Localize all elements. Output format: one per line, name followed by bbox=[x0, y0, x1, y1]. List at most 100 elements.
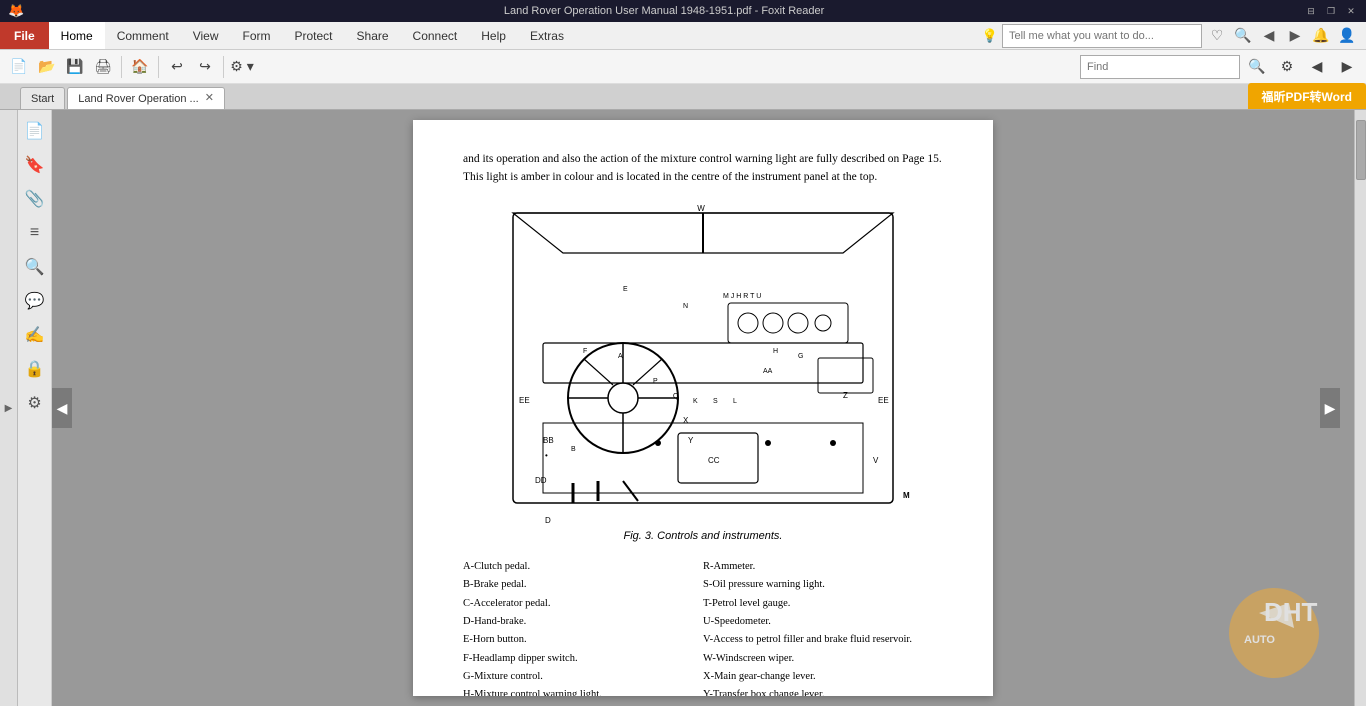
find-btn[interactable]: 🔍 bbox=[1244, 54, 1270, 80]
legend-item: Y-Transfer box change lever. bbox=[703, 686, 943, 696]
close-btn[interactable]: ✕ bbox=[1344, 4, 1358, 18]
legend-left: A-Clutch pedal. B-Brake pedal. C-Acceler… bbox=[463, 558, 703, 696]
legend-item: F-Headlamp dipper switch. bbox=[463, 650, 703, 668]
sep2 bbox=[158, 56, 159, 78]
svg-text:L: L bbox=[733, 398, 737, 405]
legend-item: R-Ammeter. bbox=[703, 558, 943, 576]
find-next-btn[interactable]: ▶ bbox=[1334, 54, 1360, 80]
restore-btn[interactable]: ❐ bbox=[1324, 4, 1338, 18]
find-settings-btn[interactable]: ⚙ bbox=[1274, 54, 1300, 80]
find-input[interactable] bbox=[1080, 55, 1240, 79]
title-bar: 🦊 Land Rover Operation User Manual 1948-… bbox=[0, 0, 1366, 22]
page-prev-btn[interactable]: ◀ bbox=[52, 388, 72, 428]
menu-bar: File Home Comment View Form Protect Shar… bbox=[0, 22, 1366, 50]
legend-item: U-Speedometer. bbox=[703, 613, 943, 631]
menu-extras[interactable]: Extras bbox=[518, 22, 576, 49]
svg-text:F: F bbox=[583, 348, 587, 355]
nav-back-btn[interactable]: ◀ bbox=[1258, 25, 1280, 47]
bookmark-icon[interactable]: 🔖 bbox=[22, 152, 48, 178]
attachment-icon[interactable]: 📎 bbox=[22, 186, 48, 212]
svg-text:EE: EE bbox=[519, 396, 530, 405]
svg-text:P: P bbox=[653, 378, 658, 385]
convert-to-word-btn[interactable]: 福昕PDF转Word bbox=[1248, 83, 1366, 109]
legend-right: R-Ammeter. S-Oil pressure warning light.… bbox=[703, 558, 943, 696]
watermark: DHT AUTO bbox=[1214, 583, 1334, 686]
dashboard-diagram: W E N M J H R T U A P Q K S L EE EE DD D… bbox=[483, 203, 923, 523]
print-btn[interactable]: 🖨 bbox=[90, 54, 116, 80]
figure-container: W E N M J H R T U A P Q K S L EE EE DD D… bbox=[463, 203, 943, 542]
menu-view[interactable]: View bbox=[181, 22, 231, 49]
legend-item: A-Clutch pedal. bbox=[463, 558, 703, 576]
lock-icon[interactable]: 🔒 bbox=[22, 356, 48, 382]
svg-text:AUTO: AUTO bbox=[1244, 634, 1275, 646]
save-btn[interactable]: 💾 bbox=[62, 54, 88, 80]
scrollbar-thumb[interactable] bbox=[1356, 120, 1366, 180]
menu-form[interactable]: Form bbox=[231, 22, 283, 49]
sep3 bbox=[223, 56, 224, 78]
tools-dropdown[interactable]: ⚙ ▾ bbox=[229, 54, 255, 80]
svg-text:Q: Q bbox=[673, 393, 679, 400]
svg-text:AA: AA bbox=[763, 368, 773, 375]
new-btn[interactable]: 📄 bbox=[6, 54, 32, 80]
menu-file[interactable]: File bbox=[0, 22, 49, 49]
tab-close-btn[interactable]: ✕ bbox=[205, 93, 214, 104]
svg-text:X: X bbox=[683, 416, 689, 425]
main-layout: ▶ 📄 🔖 📎 ≡ 🔍 💬 ✍ 🔒 ⚙ ◀ and its operation … bbox=[0, 110, 1366, 706]
tab-start[interactable]: Start bbox=[20, 87, 65, 109]
legend-item: C-Accelerator pedal. bbox=[463, 595, 703, 613]
menu-share[interactable]: Share bbox=[345, 22, 401, 49]
legend-item: D-Hand-brake. bbox=[463, 613, 703, 631]
comments-icon[interactable]: 💬 bbox=[22, 288, 48, 314]
pdf-intro-text: and its operation and also the action of… bbox=[463, 150, 943, 187]
svg-text:E: E bbox=[623, 286, 628, 293]
notification-icon[interactable]: 🔔 bbox=[1310, 25, 1332, 47]
legend-item: X-Main gear-change lever. bbox=[703, 668, 943, 686]
tab-document-label: Land Rover Operation ... bbox=[78, 93, 198, 105]
legend-section: A-Clutch pedal. B-Brake pedal. C-Acceler… bbox=[463, 558, 943, 696]
svg-text:H: H bbox=[773, 348, 778, 355]
menu-comment[interactable]: Comment bbox=[105, 22, 181, 49]
undo-btn[interactable]: ↩ bbox=[164, 54, 190, 80]
svg-text:B: B bbox=[571, 446, 576, 453]
legend-item: V-Access to petrol filler and brake flui… bbox=[703, 631, 943, 649]
search-side-icon[interactable]: 🔍 bbox=[22, 254, 48, 280]
redo-btn[interactable]: ↪ bbox=[192, 54, 218, 80]
window-title: Land Rover Operation User Manual 1948-19… bbox=[24, 5, 1304, 17]
vertical-scrollbar[interactable] bbox=[1354, 110, 1366, 706]
menu-home[interactable]: Home bbox=[49, 22, 105, 49]
search-icon-menu[interactable]: 🔍 bbox=[1232, 25, 1254, 47]
legend-item: E-Horn button. bbox=[463, 631, 703, 649]
user-icon[interactable]: 👤 bbox=[1336, 25, 1358, 47]
menu-protect[interactable]: Protect bbox=[283, 22, 345, 49]
sep1 bbox=[121, 56, 122, 78]
svg-text:A: A bbox=[618, 353, 623, 360]
search-area: 🔍 ⚙ ◀ ▶ bbox=[1080, 54, 1360, 80]
tell-me-input[interactable] bbox=[1002, 24, 1202, 48]
legend-item: H-Mixture control warning light. bbox=[463, 686, 703, 696]
svg-text:DHT: DHT bbox=[1264, 597, 1318, 627]
open-btn[interactable]: 📂 bbox=[34, 54, 60, 80]
layers-icon[interactable]: ≡ bbox=[22, 220, 48, 246]
heart-icon[interactable]: ♡ bbox=[1206, 25, 1228, 47]
legend-item: T-Petrol level gauge. bbox=[703, 595, 943, 613]
tools-side-icon[interactable]: ⚙ bbox=[22, 390, 48, 416]
content-area: ◀ and its operation and also the action … bbox=[52, 110, 1354, 706]
svg-text:G: G bbox=[798, 353, 803, 360]
left-panel-toggle[interactable]: ▶ bbox=[0, 110, 18, 706]
find-prev-btn[interactable]: ◀ bbox=[1304, 54, 1330, 80]
tab-document[interactable]: Land Rover Operation ... ✕ bbox=[67, 87, 225, 109]
menu-help[interactable]: Help bbox=[469, 22, 518, 49]
menu-connect[interactable]: Connect bbox=[401, 22, 470, 49]
sign-icon[interactable]: ✍ bbox=[22, 322, 48, 348]
page-icon[interactable]: 📄 bbox=[22, 118, 48, 144]
svg-text:D: D bbox=[545, 516, 551, 523]
legend-item: W-Windscreen wiper. bbox=[703, 650, 943, 668]
svg-text:W: W bbox=[697, 204, 705, 213]
svg-text:M J H R T U: M J H R T U bbox=[723, 293, 761, 300]
page-next-btn[interactable]: ▶ bbox=[1320, 388, 1340, 428]
nav-forward-btn[interactable]: ▶ bbox=[1284, 25, 1306, 47]
svg-text:K: K bbox=[693, 398, 698, 405]
svg-text:EE: EE bbox=[878, 396, 889, 405]
minimize-btn[interactable]: ⊟ bbox=[1304, 4, 1318, 18]
home-btn[interactable]: 🏠 bbox=[127, 54, 153, 80]
